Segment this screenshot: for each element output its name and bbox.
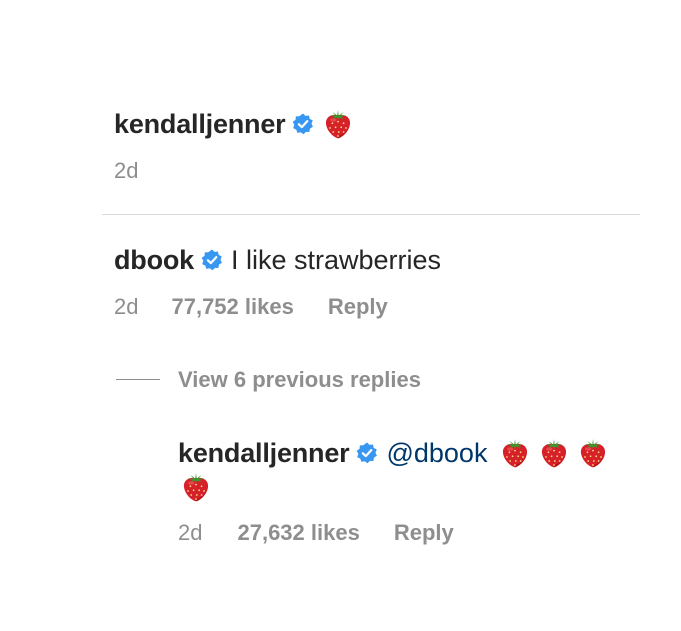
reply-timestamp: 2d (178, 520, 203, 545)
reply-username[interactable]: kendalljenner (178, 438, 350, 469)
strawberry-icon (499, 437, 531, 469)
reply-reply-button[interactable]: Reply (394, 520, 454, 546)
reply-mention-link[interactable]: @dbook (386, 438, 487, 469)
comment-username[interactable]: dbook (114, 245, 194, 276)
reply-likes[interactable]: 27,632 likes (237, 520, 359, 546)
divider (102, 214, 640, 215)
reply-meta: 2d 27,632 likes Reply (178, 520, 454, 546)
verified-badge-icon (356, 442, 378, 464)
verified-badge-icon (292, 113, 314, 135)
view-previous-replies-button[interactable]: View 6 previous replies (178, 367, 421, 393)
strawberry-icon (538, 437, 570, 469)
caption-header: kendalljenner (114, 106, 361, 142)
comment-reply-button[interactable]: Reply (328, 294, 388, 320)
reply-body: kendalljenner @dbook (178, 435, 616, 471)
reply-body-continued (180, 470, 219, 504)
verified-badge-icon (201, 249, 223, 271)
strawberry-icon (180, 471, 212, 503)
comment-timestamp: 2d (114, 294, 139, 319)
comment-body: dbook I like strawberries (114, 242, 441, 278)
replies-line (116, 379, 160, 380)
comment-meta: 2d 77,752 likes Reply (114, 294, 388, 320)
strawberry-icon (322, 108, 354, 140)
comment-likes[interactable]: 77,752 likes (171, 294, 293, 320)
caption-timestamp: 2d (114, 158, 139, 183)
caption-username[interactable]: kendalljenner (114, 109, 286, 140)
comment-text: I like strawberries (231, 244, 442, 275)
strawberry-icon (577, 437, 609, 469)
